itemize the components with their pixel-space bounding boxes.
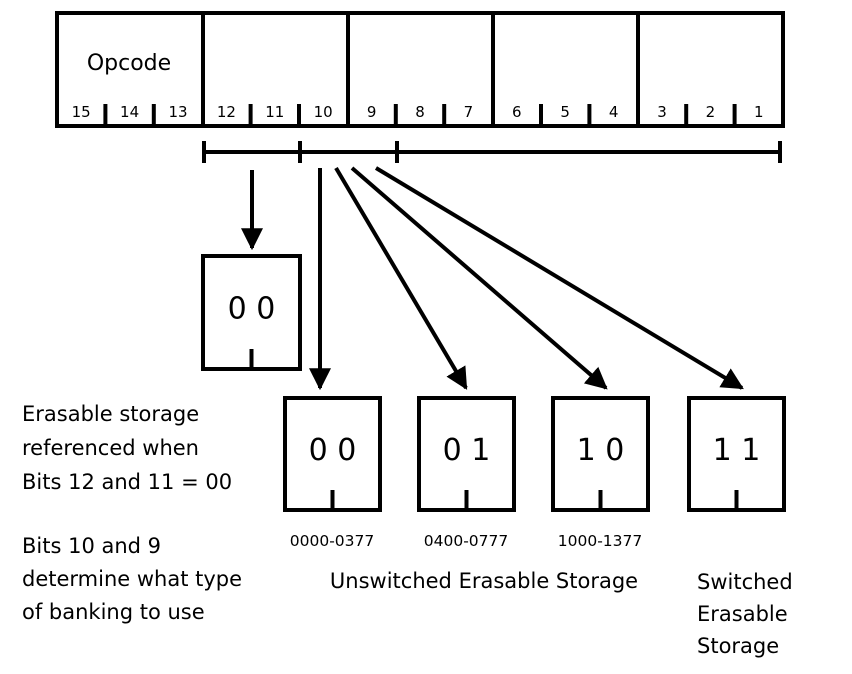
- arrows: [241, 166, 744, 391]
- banking-note-line: Bits 10 and 9: [22, 534, 161, 558]
- switched-caption-line: Erasable: [697, 602, 788, 626]
- bit-label: 4: [609, 103, 619, 121]
- instruction-register: Opcode 15 14 13 12 11 10 9 8 7 6 5 4 3 2 1: [55, 11, 785, 128]
- address-range: 1000-1377: [558, 532, 643, 550]
- banking-note-line: determine what type: [22, 567, 242, 591]
- bit-range-bracket: [202, 141, 782, 163]
- unswitched-caption: Unswitched Erasable Storage: [330, 569, 638, 593]
- storage-box: 0 0: [283, 396, 382, 512]
- bit-label: 1: [754, 103, 764, 121]
- arrow-to-11: [374, 166, 744, 390]
- switched-caption-line: Storage: [697, 634, 779, 658]
- bit-label: 8: [415, 103, 425, 121]
- storage-box: 1 1: [687, 396, 786, 512]
- bit-label: 7: [464, 103, 474, 121]
- bit-label: 14: [120, 103, 139, 121]
- banking-note-line: of banking to use: [22, 600, 205, 624]
- erasable-note-line: referenced when: [22, 436, 199, 460]
- storage-box: 0 1: [417, 396, 516, 512]
- bit-label: 11: [265, 103, 284, 121]
- bit-label: 10: [314, 103, 333, 121]
- storage-box: 1 0: [551, 396, 650, 512]
- erasable-note-line: Bits 12 and 11 = 00: [22, 470, 232, 494]
- bit-label: 15: [72, 103, 91, 121]
- address-range: 0000-0377: [290, 532, 375, 550]
- address-range: 0400-0777: [424, 532, 509, 550]
- box-value: 1 1: [713, 433, 761, 468]
- switched-caption-line: Switched: [697, 570, 793, 594]
- arrow-to-10: [350, 166, 608, 390]
- arrow-to-01: [334, 166, 468, 390]
- erasable-note-line: Erasable storage: [22, 402, 199, 426]
- box-value: 1 0: [577, 433, 625, 468]
- bit-label: 13: [168, 103, 187, 121]
- opcode-label: Opcode: [87, 51, 171, 76]
- memory-banking-diagram: Opcode 15 14 13 12 11 10 9 8 7 6 5 4 3 2 1 0 0 0 0 0 1 1 …: [22, 11, 793, 658]
- bit-label: 6: [512, 103, 522, 121]
- bit-label: 9: [367, 103, 377, 121]
- box-value: 0 0: [228, 292, 276, 327]
- bit-label: 12: [217, 103, 236, 121]
- box-value: 0 1: [443, 433, 491, 468]
- box-value: 0 0: [309, 433, 357, 468]
- bit-label: 3: [657, 103, 667, 121]
- bank-select-box: 0 0: [201, 254, 302, 371]
- bit-label: 5: [560, 103, 570, 121]
- bit-label: 2: [706, 103, 716, 121]
